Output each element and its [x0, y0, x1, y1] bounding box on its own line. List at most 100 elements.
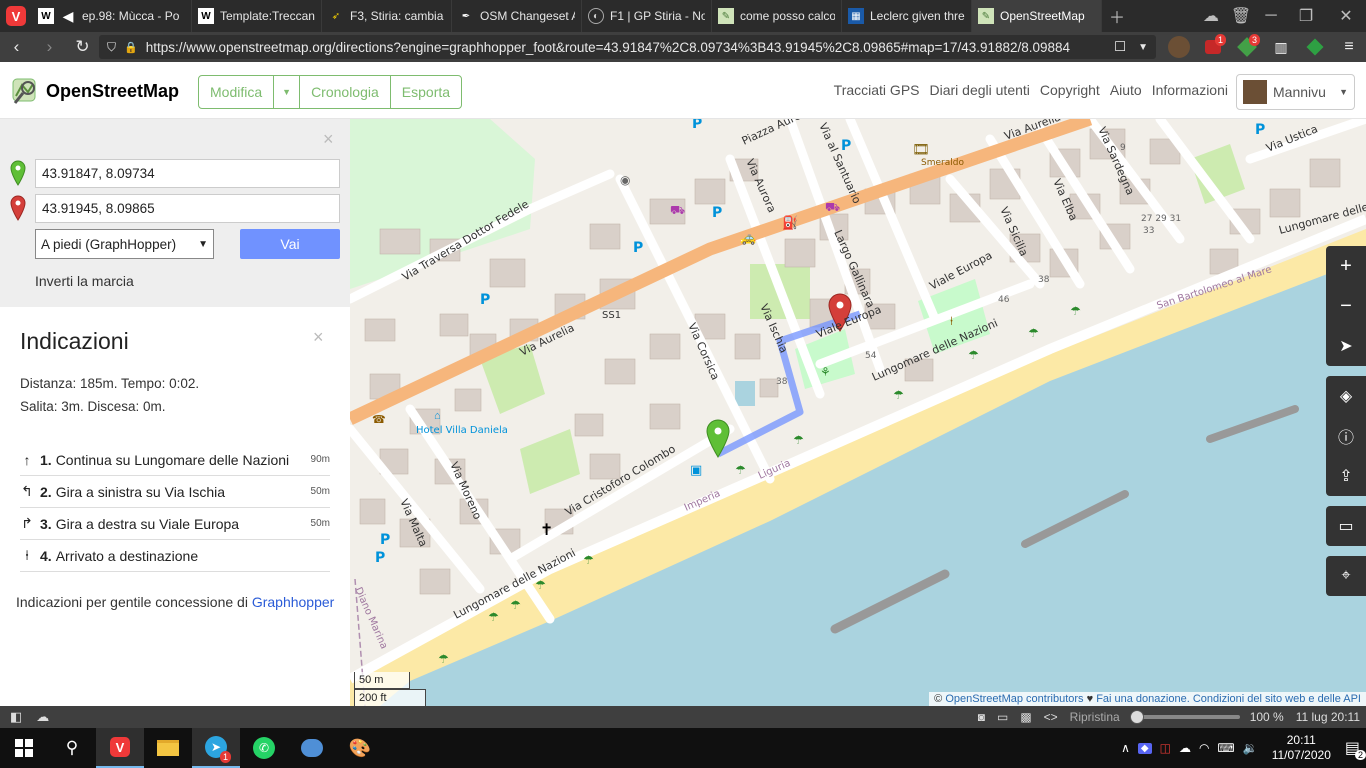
destination-icon: ⍿ [25, 547, 29, 563]
search-icon[interactable]: ⚲ [48, 728, 96, 768]
telegram-icon[interactable]: ➤ 1 [192, 728, 240, 768]
forward-button[interactable]: › [33, 37, 66, 57]
chevron-down-icon[interactable]: ▼ [1138, 42, 1148, 53]
close-window-button[interactable]: ✕ [1326, 6, 1366, 26]
restore-button[interactable]: ❐ [1286, 6, 1326, 26]
panel-toggle-icon[interactable]: ◧ [10, 709, 22, 725]
info-icon[interactable]: ⓘ [1326, 416, 1366, 456]
vivaldi-taskbar-icon[interactable]: V [96, 728, 144, 768]
nav-help[interactable]: Aiuto [1110, 82, 1142, 98]
tray-overflow-chevron-icon[interactable]: ∧ [1121, 741, 1130, 755]
direction-step[interactable]: ↑ 1. Continua su Lungomare delle Nazioni… [20, 444, 330, 476]
zoom-reset-label[interactable]: Ripristina [1070, 710, 1120, 724]
menu-icon[interactable]: ≡ [1332, 32, 1366, 62]
route-from-input[interactable] [35, 159, 340, 188]
status-clock: 11 lug 20:11 [1295, 710, 1360, 724]
tiling-icon[interactable]: ▭ [997, 710, 1008, 724]
tray-cloud-icon[interactable]: ☁ [1179, 741, 1191, 755]
new-tab-button[interactable]: ＋ [1102, 4, 1132, 28]
layers-icon[interactable]: ◈ [1326, 376, 1366, 416]
close-directions-icon[interactable]: × [313, 327, 324, 348]
trash-icon[interactable]: 🗑 [1226, 6, 1256, 26]
zoom-slider[interactable] [1129, 710, 1240, 724]
map-canvas[interactable]: ☂☂☂☂☂ ☂☂☂☂☂☂ PPPPPP PP ▣ 🎞 ✝ ⍿ ⚘ ◉ ⛟ ⛟ 🚕… [350, 119, 1366, 706]
extension-ublock-icon[interactable]: 1 [1196, 32, 1230, 62]
start-button[interactable] [0, 728, 48, 768]
url-text[interactable]: https://www.openstreetmap.org/directions… [146, 40, 1106, 55]
zoom-out-button[interactable]: − [1326, 286, 1366, 326]
share-icon[interactable]: ⇪ [1326, 456, 1366, 496]
extension-green-diamond-icon[interactable] [1298, 32, 1332, 62]
cloud-sync-icon[interactable]: ☁ [1196, 6, 1226, 26]
reload-button[interactable]: ↻ [66, 37, 99, 57]
vivaldi-menu-button[interactable]: V [0, 0, 32, 32]
add-note-icon[interactable]: ▭ [1326, 506, 1366, 546]
system-clock[interactable]: 20:11 11/07/2020 [1272, 733, 1331, 763]
close-icon[interactable]: × [323, 129, 334, 150]
wifi-icon[interactable]: ◠ [1199, 741, 1209, 755]
mail-client-icon[interactable] [288, 728, 336, 768]
locate-icon[interactable]: ➤ [1326, 326, 1366, 366]
shield-icon[interactable]: ⛉ [107, 40, 116, 55]
contributors-link[interactable]: OpenStreetMap contributors [945, 693, 1083, 705]
step-number: 3. [40, 515, 52, 532]
keyboard-icon[interactable]: ⌨ [1217, 741, 1234, 755]
page-actions-icon[interactable]: <> [1044, 710, 1058, 724]
edit-button[interactable]: Modifica [199, 76, 275, 108]
address-bar[interactable]: ⛉ 🔒 https://www.openstreetmap.org/direct… [99, 35, 1156, 59]
map-view[interactable]: ☂ ☂ ☂ ☂ ☂ ☂ ☂ ☂ ☂ ☂ ☂ PPPPPP PP ▣ 🎞 ✝ ⍿ ⚘ ◉ ⛟ ⛟ 🚕… [350, 119, 1366, 706]
browser-tab[interactable]: ✎ come posso calco [712, 0, 842, 32]
browser-tab-bar: V W ◀ ep.98: Mùcca - Po W Template:Trecc… [0, 0, 1366, 32]
tray-app-icon[interactable]: ◆ [1137, 742, 1152, 754]
label-house-46: 46 [998, 295, 1010, 305]
credit-prefix: Indicazioni per gentile concessione di [16, 594, 248, 610]
paint-app-icon[interactable]: 🎨 [336, 728, 384, 768]
volume-icon[interactable]: 🔉 [1243, 741, 1258, 755]
tray-red-app-icon[interactable]: ◫ [1160, 741, 1171, 755]
extension-clipboard-icon[interactable]: ▥ [1264, 32, 1298, 62]
reverse-route-link[interactable]: Inverti la marcia [35, 273, 134, 289]
nav-copyright[interactable]: Copyright [1040, 82, 1100, 98]
nav-user-diaries[interactable]: Diari degli utenti [930, 82, 1030, 98]
zoom-slider-knob[interactable] [1129, 710, 1144, 724]
history-button[interactable]: Cronologia [300, 76, 391, 108]
osm-logo[interactable]: OpenStreetMap [10, 76, 179, 106]
zoom-in-button[interactable]: + [1326, 246, 1366, 286]
capture-icon[interactable]: ◙ [978, 710, 985, 724]
direction-step[interactable]: ↱ 3. Gira a destra su Viale Europa 50m [20, 508, 330, 540]
whatsapp-icon[interactable]: ✆ [240, 728, 288, 768]
browser-tab[interactable]: ✒ OSM Changeset A [452, 0, 582, 32]
browser-tab-active[interactable]: ✎ OpenStreetMap [972, 0, 1102, 32]
pool-icon: ▣ [690, 462, 702, 477]
browser-tab[interactable]: W Template:Treccani [192, 0, 322, 32]
extension-evernote-icon[interactable]: 3 [1230, 32, 1264, 62]
file-explorer-icon[interactable] [144, 728, 192, 768]
terms-link[interactable]: Condizioni del sito web e delle API [1193, 693, 1361, 705]
browser-tab[interactable]: ◐ F1 | GP Stiria - No [582, 0, 712, 32]
route-to-input[interactable] [35, 194, 340, 223]
nav-gps-traces[interactable]: Tracciati GPS [834, 82, 920, 98]
direction-step[interactable]: ⍿ 4. Arrivato a destinazione [20, 540, 330, 572]
query-features-icon[interactable]: ⌖ [1326, 556, 1366, 596]
nav-about[interactable]: Informazioni [1152, 82, 1228, 98]
export-button[interactable]: Esporta [391, 76, 461, 108]
routing-engine-select[interactable]: A piedi (GraphHopper) ▼ [35, 229, 214, 259]
images-icon[interactable]: ▩ [1020, 710, 1031, 724]
direction-step[interactable]: ↰ 2. Gira a sinistra su Via Ischia 50m [20, 476, 330, 508]
browser-tab[interactable]: ▦ Leclerc given thre [842, 0, 972, 32]
lock-icon[interactable]: 🔒 [124, 41, 138, 54]
graphhopper-link[interactable]: Graphhopper [252, 594, 335, 610]
cloud-icon[interactable]: ☁ [36, 709, 49, 725]
speaker-icon[interactable]: ◀ [60, 8, 76, 24]
browser-tab[interactable]: ➶ F3, Stiria: cambia l [322, 0, 452, 32]
user-menu[interactable]: Mannivu ▼ [1236, 74, 1355, 110]
donate-link[interactable]: Fai una donazione. [1096, 693, 1190, 705]
notifications-icon[interactable]: ▤ 2 [1345, 738, 1366, 760]
edit-dropdown-chevron-icon[interactable]: ▼ [274, 76, 301, 108]
user-avatar[interactable] [1162, 32, 1196, 62]
browser-tab[interactable]: W ◀ ep.98: Mùcca - Po [32, 0, 192, 32]
go-button[interactable]: Vai [240, 229, 340, 259]
minimize-button[interactable]: ─ [1256, 7, 1286, 25]
bookmark-icon[interactable]: ☐ [1114, 39, 1126, 55]
back-button[interactable]: ‹ [0, 37, 33, 57]
